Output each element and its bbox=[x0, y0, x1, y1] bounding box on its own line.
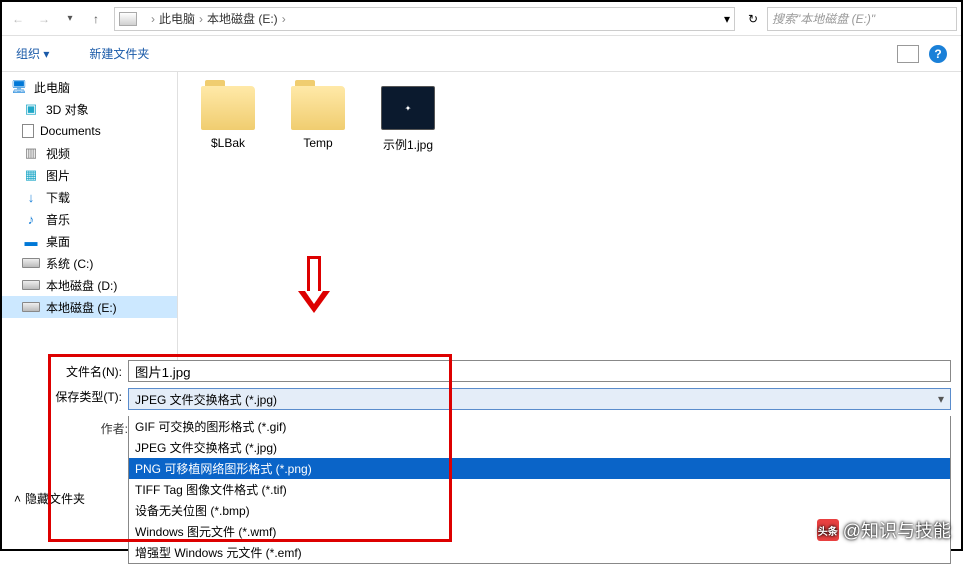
documents-icon bbox=[22, 124, 34, 138]
drive-icon bbox=[22, 280, 40, 290]
forward-button[interactable]: → bbox=[32, 7, 56, 31]
tree-item-desktop[interactable]: ▬ 桌面 bbox=[2, 230, 177, 252]
filetype-option[interactable]: 增强型 Windows 元文件 (*.emf) bbox=[129, 542, 950, 563]
search-input[interactable]: 搜索"本地磁盘 (E:)" bbox=[767, 7, 957, 31]
organize-menu[interactable]: 组织 ▾ bbox=[16, 45, 49, 62]
filetype-combobox[interactable]: JPEG 文件交换格式 (*.jpg) bbox=[128, 388, 951, 410]
music-icon: ♪ bbox=[22, 211, 40, 227]
tree-label: 系统 (C:) bbox=[46, 255, 93, 272]
filename-label: 文件名(N): bbox=[12, 363, 128, 380]
file-name: 示例1.jpg bbox=[372, 136, 444, 153]
image-item[interactable]: ✦ 示例1.jpg bbox=[372, 86, 444, 153]
save-form: 文件名(N): 保存类型(T): JPEG 文件交换格式 (*.jpg) GIF… bbox=[12, 360, 951, 564]
tree-label: 音乐 bbox=[46, 211, 70, 228]
filetype-option[interactable]: PNG 可移植网络图形格式 (*.png) bbox=[129, 458, 950, 479]
back-button[interactable]: ← bbox=[6, 7, 30, 31]
image-thumbnail-icon: ✦ bbox=[381, 86, 435, 130]
filetype-label: 保存类型(T): bbox=[12, 388, 128, 410]
watermark-text: @知识与技能 bbox=[843, 517, 951, 543]
tree-item-documents[interactable]: Documents bbox=[2, 120, 177, 142]
objects-icon: ▣ bbox=[22, 101, 40, 117]
file-name: Temp bbox=[282, 136, 354, 150]
drive-icon bbox=[22, 258, 40, 268]
watermark: 头条 @知识与技能 bbox=[817, 517, 951, 543]
file-name: $LBak bbox=[192, 136, 264, 150]
address-bar[interactable]: ›此电脑›本地磁盘 (E:)› ▾ bbox=[114, 7, 735, 31]
computer-icon: 🖥 bbox=[10, 79, 28, 95]
help-icon[interactable]: ? bbox=[929, 45, 947, 63]
annotation-arrow-icon bbox=[298, 256, 330, 313]
nav-bar: ← → ▾ ↑ ›此电脑›本地磁盘 (E:)› ▾ ↻ 搜索"本地磁盘 (E:)… bbox=[2, 2, 961, 36]
new-folder-button[interactable]: 新建文件夹 bbox=[89, 45, 149, 62]
toolbar: 组织 ▾ 新建文件夹 ? bbox=[2, 36, 961, 72]
view-options-icon[interactable] bbox=[897, 45, 919, 63]
tree-item-downloads[interactable]: ↓ 下载 bbox=[2, 186, 177, 208]
watermark-logo-icon: 头条 bbox=[817, 519, 839, 541]
author-label: 作者: bbox=[14, 420, 128, 437]
tree-label: 此电脑 bbox=[34, 79, 70, 96]
up-button[interactable]: ↑ bbox=[84, 7, 108, 31]
breadcrumb-drive[interactable]: 本地磁盘 (E:) bbox=[207, 12, 278, 26]
folder-item[interactable]: $LBak bbox=[192, 86, 264, 150]
tree-item-drive-c[interactable]: 系统 (C:) bbox=[2, 252, 177, 274]
hide-folders-toggle[interactable]: ˄ 隐藏文件夹 bbox=[14, 490, 85, 507]
hide-folders-label: 隐藏文件夹 bbox=[25, 490, 85, 507]
file-pane[interactable]: $LBak Temp ✦ 示例1.jpg bbox=[178, 72, 961, 360]
tree-label: Documents bbox=[40, 124, 101, 138]
path-chevron-icon[interactable]: ▾ bbox=[724, 12, 730, 26]
search-placeholder: 搜索"本地磁盘 (E:)" bbox=[772, 10, 875, 27]
folder-icon bbox=[201, 86, 255, 130]
tree-item-3d[interactable]: ▣ 3D 对象 bbox=[2, 98, 177, 120]
filetype-option[interactable]: TIFF Tag 图像文件格式 (*.tif) bbox=[129, 479, 950, 500]
tree-label: 3D 对象 bbox=[46, 101, 89, 118]
tree-label: 下载 bbox=[46, 189, 70, 206]
filetype-option[interactable]: JPEG 文件交换格式 (*.jpg) bbox=[129, 437, 950, 458]
filetype-option[interactable]: GIF 可交换的图形格式 (*.gif) bbox=[129, 416, 950, 437]
video-icon: ▥ bbox=[22, 145, 40, 161]
chevron-up-icon: ˄ bbox=[14, 492, 21, 506]
folder-item[interactable]: Temp bbox=[282, 86, 354, 150]
main-content: 🖥 此电脑 ▣ 3D 对象 Documents ▥ 视频 ▦ 图片 ↓ 下载 ♪ 音乐 ▬ 桌… bbox=[2, 72, 961, 360]
filetype-selected: JPEG 文件交换格式 (*.jpg) bbox=[135, 391, 277, 408]
refresh-button[interactable]: ↻ bbox=[741, 7, 765, 31]
desktop-icon: ▬ bbox=[22, 233, 40, 249]
drive-icon bbox=[22, 302, 40, 312]
sidebar: 🖥 此电脑 ▣ 3D 对象 Documents ▥ 视频 ▦ 图片 ↓ 下载 ♪ 音乐 ▬ 桌… bbox=[2, 72, 178, 360]
tree-label: 桌面 bbox=[46, 233, 70, 250]
tree-label: 本地磁盘 (E:) bbox=[46, 299, 117, 316]
folder-icon bbox=[291, 86, 345, 130]
tree-root-computer[interactable]: 🖥 此电脑 bbox=[2, 76, 177, 98]
filename-input[interactable] bbox=[128, 360, 951, 382]
download-icon: ↓ bbox=[22, 189, 40, 205]
history-chevron-icon[interactable]: ▾ bbox=[58, 7, 82, 31]
tree-item-music[interactable]: ♪ 音乐 bbox=[2, 208, 177, 230]
tree-item-drive-d[interactable]: 本地磁盘 (D:) bbox=[2, 274, 177, 296]
drive-icon bbox=[119, 12, 137, 26]
tree-label: 图片 bbox=[46, 167, 70, 184]
pictures-icon: ▦ bbox=[22, 167, 40, 183]
tree-item-video[interactable]: ▥ 视频 bbox=[2, 142, 177, 164]
tree-label: 本地磁盘 (D:) bbox=[46, 277, 117, 294]
breadcrumb-root[interactable]: 此电脑 bbox=[159, 12, 195, 26]
tree-label: 视频 bbox=[46, 145, 70, 162]
tree-item-drive-e[interactable]: 本地磁盘 (E:) bbox=[2, 296, 177, 318]
tree-item-pictures[interactable]: ▦ 图片 bbox=[2, 164, 177, 186]
